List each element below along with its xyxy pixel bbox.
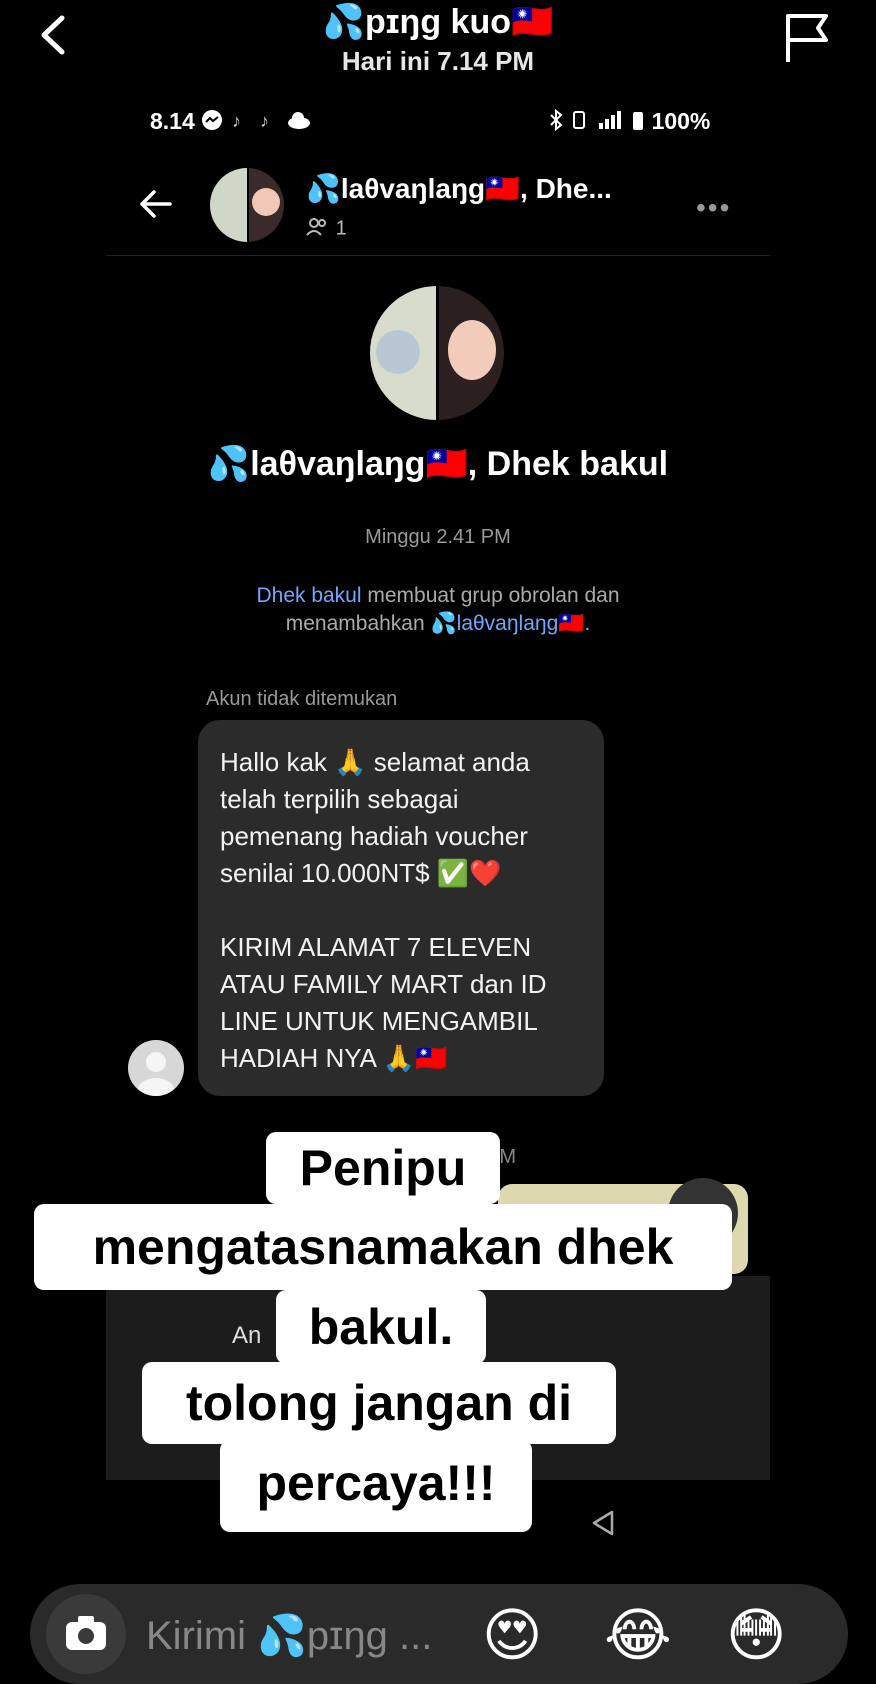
signal-icon <box>595 109 625 137</box>
camera-icon <box>66 1616 106 1650</box>
caption-line-3: bakul. <box>276 1290 486 1364</box>
sender-name: Akun tidak ditemukan <box>206 688 398 710</box>
status-time-text: 8.14 <box>150 108 195 134</box>
svg-text:♪: ♪ <box>260 111 269 131</box>
system-text-1: membuat grup obrolan dan <box>361 584 620 607</box>
group-avatar-small[interactable] <box>210 168 284 242</box>
system-text-end: . <box>584 612 591 635</box>
sender-avatar[interactable] <box>128 1040 184 1096</box>
nav-back-icon[interactable] <box>588 1508 618 1538</box>
caption-line-2: mengatasnamakan dhek <box>34 1204 732 1290</box>
cloud-icon <box>286 109 312 137</box>
member-count: 1 <box>306 216 347 242</box>
chat-header-title[interactable]: 💦laθvaŋlaŋg🇹🇼, Dhe... <box>306 172 612 205</box>
chat-subtitle-time: Hari ini 7.14 PM <box>341 46 535 76</box>
quick-reaction-flushed[interactable]: 😳 <box>726 1604 786 1668</box>
tiktok-icon: ♪ <box>258 109 280 137</box>
quick-reaction-heart-eyes[interactable]: 😍 <box>482 1604 542 1668</box>
flag-icon[interactable] <box>780 10 836 66</box>
messenger-icon <box>201 109 223 137</box>
member-count-text: 1 <box>335 217 347 240</box>
message-date: Minggu 2.41 PM <box>365 526 511 548</box>
back-arrow-icon[interactable] <box>136 184 176 224</box>
system-message: Dhek bakul membuat grup obrolan dan mena… <box>200 582 676 638</box>
members-icon <box>306 216 330 242</box>
vibrate-icon <box>570 109 588 137</box>
system-actor-link[interactable]: Dhek bakul <box>256 584 361 607</box>
caption-line-4: tolong jangan di <box>142 1362 616 1444</box>
message-input[interactable]: Kirimi 💦pɪŋg ... <box>146 1612 432 1659</box>
bluetooth-icon <box>548 108 564 137</box>
system-added-link[interactable]: 💦laθvaŋlaŋg🇹🇼 <box>431 612 585 635</box>
group-avatar-large <box>370 286 504 420</box>
caption-line-5: percaya!!! <box>220 1440 532 1532</box>
more-icon[interactable]: ••• <box>696 192 731 224</box>
camera-button[interactable] <box>46 1594 126 1674</box>
svg-text:♪: ♪ <box>232 111 241 131</box>
status-right: 100% <box>548 108 710 137</box>
message-text: Hallo kak 🙏 selamat anda telah terpilih … <box>220 747 547 1073</box>
quick-reaction-laughing[interactable]: 😂 <box>604 1604 672 1668</box>
group-name: 💦laθvaŋlaŋg🇹🇼, Dhek bakul <box>207 445 669 483</box>
caption-line-1: Penipu <box>266 1132 500 1204</box>
header-divider <box>106 255 770 256</box>
tiktok-icon: ♪ <box>230 109 252 137</box>
battery-percent: 100% <box>651 108 711 134</box>
chat-title: 💦pɪŋg kuo🇹🇼 <box>322 3 554 41</box>
status-time: 8.14 ♪ ♪ <box>150 108 312 137</box>
battery-icon <box>631 109 645 137</box>
system-text-2: menambahkan <box>285 612 431 635</box>
